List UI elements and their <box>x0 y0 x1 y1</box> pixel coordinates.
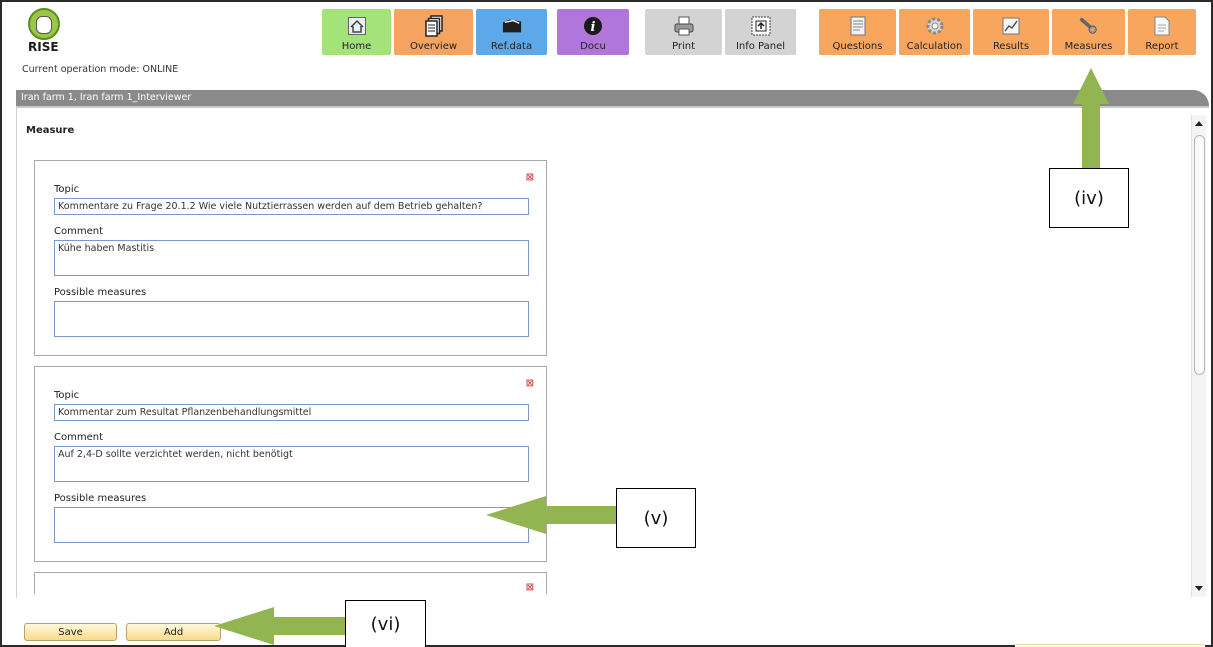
app-frame: RISE Current operation mode: ONLINE Home… <box>0 0 1213 647</box>
annotation-arrow-v <box>544 506 616 524</box>
questions-icon <box>848 15 868 37</box>
documents-icon <box>424 15 444 37</box>
add-button[interactable]: Add <box>126 623 221 641</box>
possible-measures-field[interactable] <box>54 301 529 337</box>
gear-icon <box>925 15 945 37</box>
measure-card: ⊠ <box>34 572 547 594</box>
topic-label: Topic <box>54 390 80 401</box>
logo-text: RISE <box>28 40 59 54</box>
measure-card: ⊠ Topic Kommentar zum Resultat Pflanzenb… <box>34 366 547 562</box>
nav-report-label: Report <box>1145 41 1179 52</box>
possible-measures-label: Possible measures <box>54 287 147 298</box>
nav-docu-label: Docu <box>580 41 606 52</box>
info-icon: i <box>583 15 603 37</box>
nav-infopanel-label: Info Panel <box>735 41 786 52</box>
nav-measures-button[interactable]: Measures <box>1052 9 1125 55</box>
nav-home-label: Home <box>341 41 372 52</box>
nav-overview-label: Overview <box>409 41 458 52</box>
annotation-arrowhead-iv <box>1073 68 1109 104</box>
topic-field[interactable]: Kommentar zum Resultat Pflanzenbehandlun… <box>54 404 529 421</box>
possible-measures-label: Possible measures <box>54 493 147 504</box>
operation-mode-label: Current operation mode: ONLINE <box>22 64 179 75</box>
nav-calculation-button[interactable]: Calculation <box>899 9 970 55</box>
nav-report-button[interactable]: Report <box>1128 9 1196 55</box>
printer-icon <box>674 15 694 37</box>
nav-refdata-label: Ref.data <box>490 41 533 52</box>
window-title: Iran farm 1, Iran farm 1_Interviewer <box>21 92 192 103</box>
scrollbar-thumb[interactable] <box>1194 135 1205 375</box>
comment-field[interactable]: Auf 2,4-D sollte verzichtet werden, nich… <box>54 446 529 482</box>
vertical-scrollbar[interactable] <box>1191 115 1206 597</box>
annotation-arrowhead-v <box>486 496 546 534</box>
nav-results-button[interactable]: Results <box>973 9 1049 55</box>
measure-card: ⊠ Topic Kommentare zu Frage 20.1.2 Wie v… <box>34 160 547 356</box>
annotation-arrow-vi <box>274 617 345 635</box>
svg-text:i: i <box>591 20 596 35</box>
nav-print-label: Print <box>671 41 695 52</box>
annotation-label-vi: (vi) <box>345 600 426 647</box>
nav-refdata-button[interactable]: Ref.data <box>476 9 547 55</box>
save-button[interactable]: Save <box>24 623 117 641</box>
folder-icon <box>502 15 522 37</box>
comment-field[interactable]: Kühe haben Mastitis <box>54 240 529 276</box>
delete-card-icon[interactable]: ⊠ <box>526 583 534 593</box>
nav-questions-label: Questions <box>832 41 883 52</box>
topic-label: Topic <box>54 184 80 195</box>
window-title-bar: Iran farm 1, Iran farm 1_Interviewer <box>16 90 1209 106</box>
logo-cow-icon <box>36 16 52 34</box>
info-panel-icon <box>751 15 771 37</box>
nav-overview-button[interactable]: Overview <box>394 9 473 55</box>
comment-label: Comment <box>54 432 103 443</box>
report-icon <box>1152 15 1172 37</box>
wrench-icon <box>1079 15 1099 37</box>
chart-icon <box>1001 15 1021 37</box>
annotation-label-v: (v) <box>616 488 696 548</box>
nav-measures-label: Measures <box>1064 41 1113 52</box>
delete-card-icon[interactable]: ⊠ <box>526 379 534 389</box>
nav-questions-button[interactable]: Questions <box>819 9 896 55</box>
possible-measures-field[interactable] <box>54 507 529 543</box>
scroll-down-arrow-icon[interactable] <box>1195 586 1203 591</box>
delete-card-icon[interactable]: ⊠ <box>526 173 534 183</box>
nav-infopanel-button[interactable]: Info Panel <box>725 9 796 55</box>
nav-results-label: Results <box>992 41 1030 52</box>
nav-home-button[interactable]: Home <box>322 9 391 55</box>
annotation-label-iv: (iv) <box>1049 168 1129 228</box>
nav-docu-button[interactable]: i Docu <box>557 9 629 55</box>
annotation-arrowhead-vi <box>214 607 274 645</box>
nav-calculation-label: Calculation <box>906 41 963 52</box>
section-title: Measure <box>26 125 75 136</box>
nav-print-button[interactable]: Print <box>645 9 722 55</box>
comment-label: Comment <box>54 226 103 237</box>
home-icon <box>347 15 367 37</box>
topic-field[interactable]: Kommentare zu Frage 20.1.2 Wie viele Nut… <box>54 198 529 215</box>
annotation-arrow-iv <box>1082 102 1100 168</box>
scroll-up-arrow-icon[interactable] <box>1195 121 1203 126</box>
rise-logo: RISE <box>24 8 64 58</box>
